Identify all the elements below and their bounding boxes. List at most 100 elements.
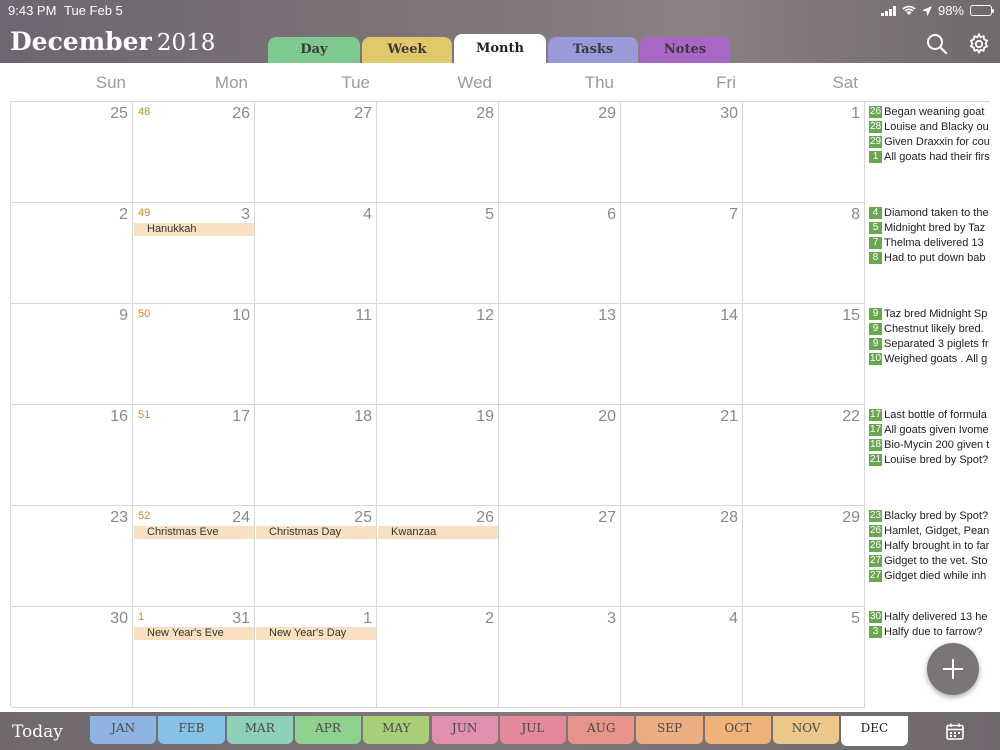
- month-tab-jun[interactable]: JUN: [431, 716, 498, 744]
- day-cell[interactable]: 31 1: [133, 607, 255, 708]
- note-day-badge: 7: [869, 236, 882, 249]
- day-cell[interactable]: 6: [499, 203, 621, 304]
- day-cell[interactable]: 5: [377, 203, 499, 304]
- day-cell[interactable]: 3: [499, 607, 621, 708]
- day-cell[interactable]: 12: [377, 304, 499, 405]
- day-cell[interactable]: 30: [11, 607, 133, 708]
- gear-icon[interactable]: [968, 33, 990, 55]
- title-month: December: [10, 27, 152, 56]
- day-cell[interactable]: 2: [377, 607, 499, 708]
- day-cell[interactable]: 29: [499, 102, 621, 203]
- day-cell[interactable]: 22: [743, 405, 865, 506]
- day-cell[interactable]: 4: [621, 607, 743, 708]
- event-bar[interactable]: Kwanzaa: [378, 526, 498, 539]
- day-cell[interactable]: 28: [621, 506, 743, 607]
- add-event-button[interactable]: [927, 643, 979, 695]
- month-tab-apr[interactable]: APR: [294, 716, 362, 744]
- calendar-icon[interactable]: [946, 723, 964, 740]
- day-cell[interactable]: 14: [621, 304, 743, 405]
- day-cell[interactable]: 26: [377, 506, 499, 607]
- note-item[interactable]: 9 Taz bred Midnight Sp: [869, 306, 991, 321]
- event-bar[interactable]: New Year's Eve: [134, 627, 254, 640]
- note-item[interactable]: 18 Bio-Mycin 200 given t: [869, 437, 991, 452]
- event-bar[interactable]: New Year's Day: [256, 627, 376, 640]
- month-tab-dec[interactable]: DEC: [841, 716, 908, 746]
- month-tab-feb[interactable]: FEB: [158, 716, 225, 744]
- day-cell[interactable]: 1: [255, 607, 377, 708]
- day-cell[interactable]: 25: [255, 506, 377, 607]
- day-cell[interactable]: 18: [255, 405, 377, 506]
- note-item[interactable]: 26 Began weaning goat: [869, 104, 991, 119]
- tab-notes[interactable]: Notes: [640, 37, 730, 63]
- week-notes: 17 Last bottle of formula 17 All goats give…: [869, 407, 991, 467]
- day-cell[interactable]: 16: [11, 405, 133, 506]
- day-cell[interactable]: 1: [743, 102, 865, 203]
- note-item[interactable]: 3 Halfy due to farrow?: [869, 624, 991, 639]
- note-text: Had to put down bab: [884, 251, 986, 264]
- tab-week[interactable]: Week: [362, 37, 452, 63]
- day-cell[interactable]: 19: [377, 405, 499, 506]
- today-button[interactable]: Today: [12, 722, 63, 742]
- day-cell[interactable]: 5: [743, 607, 865, 708]
- month-tab-aug[interactable]: AUG: [568, 716, 635, 744]
- note-item[interactable]: 5 Midnight bred by Taz: [869, 220, 991, 235]
- note-item[interactable]: 4 Diamond taken to the: [869, 205, 991, 220]
- day-cell[interactable]: 9: [11, 304, 133, 405]
- note-item[interactable]: 26 Halfy brought in to far: [869, 538, 991, 553]
- event-bar[interactable]: Christmas Eve: [134, 526, 254, 539]
- day-cell[interactable]: 27: [499, 506, 621, 607]
- day-cell[interactable]: 3 49: [133, 203, 255, 304]
- month-tab-mar[interactable]: MAR: [226, 716, 293, 744]
- note-item[interactable]: 27 Gidget died while inh: [869, 568, 991, 583]
- day-cell[interactable]: 10 50: [133, 304, 255, 405]
- month-tab-nov[interactable]: NOV: [773, 716, 840, 744]
- day-cell[interactable]: 30: [621, 102, 743, 203]
- day-cell[interactable]: 29: [743, 506, 865, 607]
- note-item[interactable]: 17 All goats given Ivome: [869, 422, 991, 437]
- month-tab-jan[interactable]: JAN: [90, 716, 157, 744]
- day-cell[interactable]: 7: [621, 203, 743, 304]
- note-item[interactable]: 10 Weighed goats . All g: [869, 351, 991, 366]
- day-cell[interactable]: 24 52: [133, 506, 255, 607]
- day-cell[interactable]: 8: [743, 203, 865, 304]
- day-cell[interactable]: 2: [11, 203, 133, 304]
- search-icon[interactable]: [926, 33, 948, 55]
- note-item[interactable]: 21 Louise bred by Spot?: [869, 452, 991, 467]
- day-cell[interactable]: 26 48: [133, 102, 255, 203]
- note-item[interactable]: 30 Halfy delivered 13 he: [869, 609, 991, 624]
- month-tab-jul[interactable]: JUL: [499, 716, 567, 744]
- note-item[interactable]: 17 Last bottle of formula: [869, 407, 991, 422]
- event-bar[interactable]: Hanukkah: [134, 223, 254, 236]
- note-item[interactable]: 23 Blacky bred by Spot?: [869, 508, 991, 523]
- event-bar[interactable]: Christmas Day: [256, 526, 376, 539]
- day-cell[interactable]: 20: [499, 405, 621, 506]
- day-cell[interactable]: 23: [11, 506, 133, 607]
- day-cell[interactable]: 21: [621, 405, 743, 506]
- day-cell[interactable]: 4: [255, 203, 377, 304]
- day-cell[interactable]: 11: [255, 304, 377, 405]
- note-item[interactable]: 28 Louise and Blacky ou: [869, 119, 991, 134]
- day-cell[interactable]: 15: [743, 304, 865, 405]
- note-item[interactable]: 26 Hamlet, Gidget, Pean: [869, 523, 991, 538]
- tab-tasks[interactable]: Tasks: [548, 37, 638, 63]
- note-item[interactable]: 7 Thelma delivered 13: [869, 235, 991, 250]
- day-cell[interactable]: 28: [377, 102, 499, 203]
- day-cell[interactable]: 25: [11, 102, 133, 203]
- day-cell[interactable]: 17 51: [133, 405, 255, 506]
- note-item[interactable]: 29 Given Draxxin for cou: [869, 134, 991, 149]
- tab-month[interactable]: Month: [454, 34, 546, 63]
- month-tab-oct[interactable]: OCT: [704, 716, 771, 744]
- day-number: 18: [354, 408, 372, 425]
- day-cell[interactable]: 27: [255, 102, 377, 203]
- note-item[interactable]: 27 Gidget to the vet. Sto: [869, 553, 991, 568]
- day-cell[interactable]: 13: [499, 304, 621, 405]
- week-number: 52: [138, 510, 151, 522]
- note-item[interactable]: 8 Had to put down bab: [869, 250, 991, 265]
- note-item[interactable]: 9 Chestnut likely bred.: [869, 321, 991, 336]
- weekday-mon: Mon: [214, 73, 248, 92]
- month-tab-sep[interactable]: SEP: [636, 716, 703, 744]
- tab-day[interactable]: Day: [268, 37, 360, 63]
- note-item[interactable]: 9 Separated 3 piglets fr: [869, 336, 991, 351]
- note-item[interactable]: 1 All goats had their firs: [869, 149, 991, 164]
- month-tab-may[interactable]: MAY: [363, 716, 430, 744]
